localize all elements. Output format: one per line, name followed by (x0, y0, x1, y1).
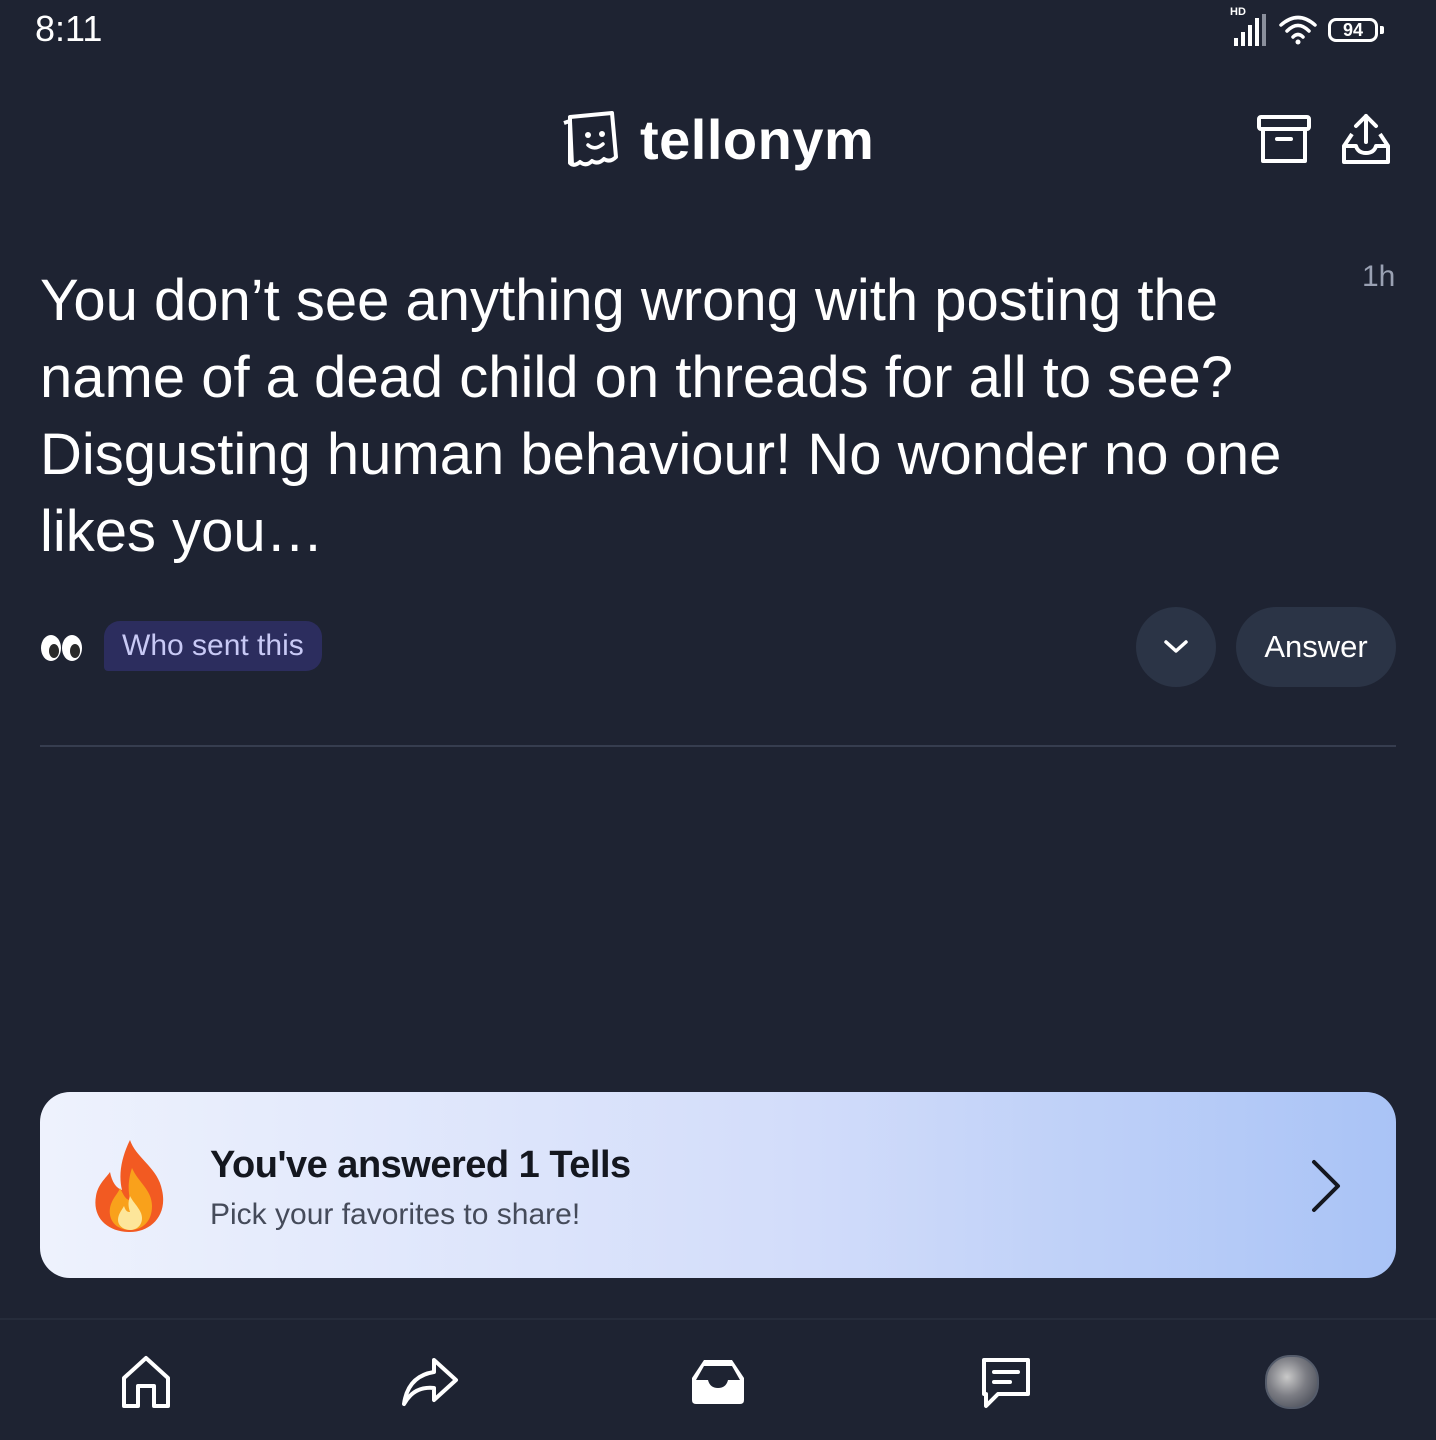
fire-icon (95, 1140, 164, 1232)
signal-icon: HD (1230, 6, 1268, 48)
wifi-icon (1279, 15, 1317, 45)
bottom-navigation (0, 1318, 1436, 1440)
answer-button[interactable]: Answer (1236, 607, 1396, 687)
battery-indicator: 94 (1328, 18, 1384, 42)
nav-inbox[interactable] (686, 1350, 750, 1414)
share-icon (402, 1358, 458, 1406)
logo-icon (563, 111, 618, 167)
share-inbox-button[interactable] (1336, 110, 1396, 170)
tell-message: You don’t see anything wrong with postin… (40, 268, 1282, 564)
divider (40, 745, 1396, 747)
chat-icon (982, 1358, 1030, 1408)
status-icons: HD 94 (1230, 6, 1384, 50)
banner-subtitle: Pick your favorites to share! (210, 1198, 581, 1231)
chevron-right-icon (1312, 1160, 1340, 1212)
nav-profile[interactable] (1260, 1350, 1324, 1414)
eyes-icon (41, 635, 82, 661)
expand-options-button[interactable] (1136, 607, 1216, 687)
home-icon (122, 1356, 170, 1408)
app-header: tellonym (0, 90, 1436, 190)
app-logo: tellonym (560, 104, 874, 174)
answered-tells-banner[interactable]: You've answered 1 Tells Pick your favori… (40, 1092, 1396, 1278)
chevron-down-icon (1164, 640, 1188, 653)
who-sent-this-button[interactable]: Who sent this (104, 621, 322, 671)
banner-title: You've answered 1 Tells (210, 1144, 631, 1186)
app-name: tellonym (640, 107, 875, 171)
nav-home[interactable] (114, 1350, 178, 1414)
nav-share[interactable] (398, 1350, 462, 1414)
network-label: HD (1230, 6, 1246, 18)
inbox-icon (692, 1360, 744, 1404)
tell-timestamp: 1h (1362, 260, 1396, 293)
archive-button[interactable] (1254, 110, 1314, 170)
share-upload-icon (1342, 114, 1390, 164)
status-bar: 8:11 HD 94 (0, 0, 1436, 60)
status-time: 8:11 (35, 8, 103, 49)
avatar (1265, 1355, 1319, 1409)
archive-icon (1257, 115, 1311, 163)
nav-chats[interactable] (974, 1350, 1038, 1414)
